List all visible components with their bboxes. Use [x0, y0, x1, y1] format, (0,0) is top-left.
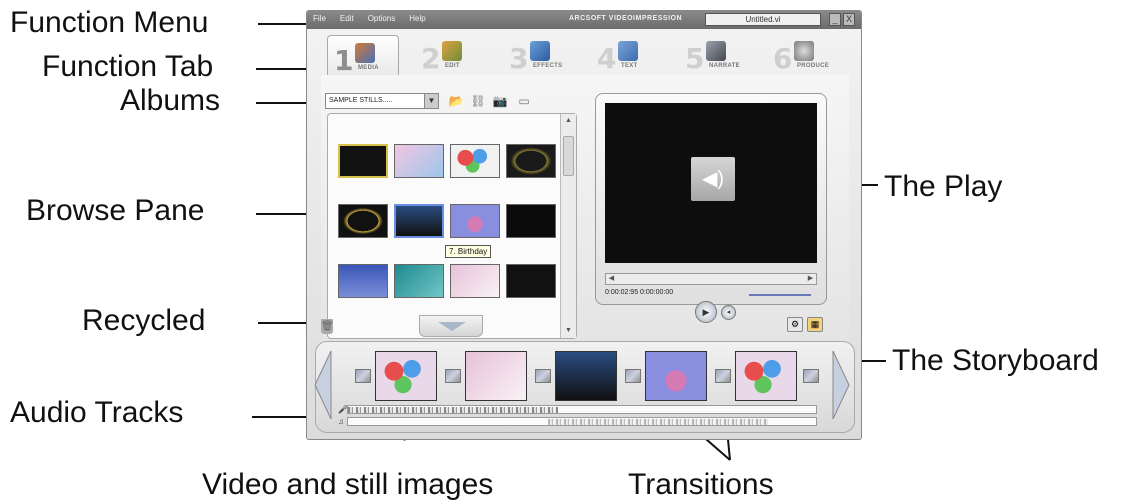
tab-number: 1 — [334, 44, 354, 77]
trash-icon[interactable]: 🗑 — [321, 319, 334, 334]
stop-button[interactable]: ◂ — [721, 305, 736, 320]
camera-icon[interactable]: 📷 — [491, 94, 509, 108]
thumbnail[interactable] — [506, 144, 556, 178]
speaker-icon: ◀) — [691, 157, 735, 201]
tab-label: EDIT — [445, 63, 460, 69]
tab-number: 3 — [509, 42, 529, 75]
thumbnail[interactable] — [506, 204, 556, 238]
thumbnail[interactable] — [450, 264, 500, 298]
thumbnail[interactable] — [450, 144, 500, 178]
text-icon — [618, 41, 639, 61]
player-scrollbar[interactable]: ◀ ▶ — [605, 273, 817, 285]
storyboard-clip[interactable] — [375, 351, 437, 401]
scroll-thumb[interactable] — [563, 136, 574, 176]
app-window: File Edit Options Help ARCSOFT VIDEOIMPR… — [306, 10, 862, 440]
tab-text[interactable]: 4 TEXT — [591, 35, 663, 73]
thumbnail[interactable] — [394, 204, 444, 238]
tab-label: TEXT — [621, 63, 638, 69]
scroll-right-icon[interactable]: ▶ — [805, 274, 816, 284]
tab-edit[interactable]: 2 EDIT — [415, 35, 487, 73]
scroll-right-icon[interactable] — [831, 349, 853, 421]
link-icon[interactable]: ⛓ — [469, 94, 487, 108]
microphone-icon — [706, 41, 727, 61]
scroll-left-icon[interactable]: ◀ — [606, 274, 617, 284]
menu-options[interactable]: Options — [368, 14, 396, 23]
close-button[interactable]: X — [843, 13, 855, 26]
play-button[interactable]: ▶ — [695, 301, 717, 323]
transition-slot[interactable] — [803, 369, 819, 383]
thumbnail[interactable] — [506, 264, 556, 298]
audio-waveform — [548, 419, 768, 425]
storyboard-clip[interactable] — [555, 351, 617, 401]
function-menu: File Edit Options Help — [313, 14, 426, 23]
film-reel-icon — [794, 41, 815, 61]
chevron-down-icon[interactable]: ▼ — [424, 94, 438, 108]
storyboard-clip[interactable] — [645, 351, 707, 401]
transition-slot[interactable] — [535, 369, 551, 383]
title-bar: File Edit Options Help ARCSOFT VIDEOIMPR… — [307, 11, 861, 29]
thumbnail[interactable] — [338, 204, 388, 238]
scroll-left-icon[interactable] — [311, 349, 333, 421]
tab-label: NARRATE — [709, 63, 740, 69]
scanner-icon[interactable]: ▭ — [515, 94, 533, 108]
browse-scrollbar[interactable]: ▲ ▼ — [560, 114, 576, 338]
album-selected-value: SAMPLE STILLS..... — [329, 97, 393, 104]
thumbnail[interactable] — [338, 264, 388, 298]
tab-media[interactable]: 1 MEDIA — [327, 35, 399, 75]
transition-slot[interactable] — [715, 369, 731, 383]
storyboard-clip[interactable] — [465, 351, 527, 401]
tab-effects[interactable]: 3 EFFECTS — [503, 35, 575, 73]
menu-help[interactable]: Help — [409, 14, 425, 23]
tab-number: 5 — [685, 42, 705, 75]
album-select[interactable]: SAMPLE STILLS..... ▼ — [325, 93, 439, 109]
tab-produce[interactable]: 6 PRODUCE — [767, 35, 839, 73]
transition-slot[interactable] — [445, 369, 461, 383]
transition-slot[interactable] — [625, 369, 641, 383]
tab-number: 2 — [421, 42, 441, 75]
tab-label: MEDIA — [358, 65, 379, 71]
thumbnail[interactable] — [394, 264, 444, 298]
audio-waveform — [348, 407, 558, 413]
thumbnail[interactable] — [338, 144, 388, 178]
menu-edit[interactable]: Edit — [340, 14, 354, 23]
timecode: 0:00:02:95 0:00:00:00 — [605, 289, 674, 296]
tab-label: PRODUCE — [797, 63, 830, 69]
app-brand: ARCSOFT VIDEOIMPRESSION — [569, 15, 683, 22]
effects-icon — [530, 41, 551, 61]
media-icon — [355, 43, 376, 63]
volume-slider[interactable] — [749, 294, 811, 296]
menu-file[interactable]: File — [313, 14, 326, 23]
minimize-button[interactable]: _ — [829, 13, 841, 26]
transition-slot[interactable] — [355, 369, 371, 383]
collapse-browse-button[interactable] — [419, 315, 483, 337]
open-folder-icon[interactable]: 📂 — [447, 94, 465, 108]
storyboard-mode-icon[interactable]: ▦ — [807, 317, 823, 332]
browse-pane: ▲ ▼ — [327, 113, 577, 339]
tab-narrate[interactable]: 5 NARRATE — [679, 35, 751, 73]
document-name: Untitled.vi — [705, 13, 821, 26]
music-note-icon: ♫ — [338, 417, 344, 426]
tab-number: 6 — [773, 42, 793, 75]
thumbnail[interactable] — [450, 204, 500, 238]
thumbnail[interactable] — [394, 144, 444, 178]
tab-label: EFFECTS — [533, 63, 563, 69]
storyboard-clip[interactable] — [735, 351, 797, 401]
audio-track-music[interactable] — [347, 417, 817, 426]
film-mode-icon[interactable]: ⚙ — [787, 317, 803, 332]
scroll-down-icon[interactable]: ▼ — [561, 324, 576, 338]
audio-track-narration[interactable] — [347, 405, 817, 414]
scroll-up-icon[interactable]: ▲ — [561, 114, 576, 128]
function-tabs: 1 MEDIA 2 EDIT 3 EFFECTS 4 TEXT 5 NARRAT… — [327, 35, 855, 75]
tab-number: 4 — [597, 42, 617, 75]
scissors-icon — [442, 41, 463, 61]
thumbnail-tooltip: 7. Birthday — [445, 245, 492, 258]
